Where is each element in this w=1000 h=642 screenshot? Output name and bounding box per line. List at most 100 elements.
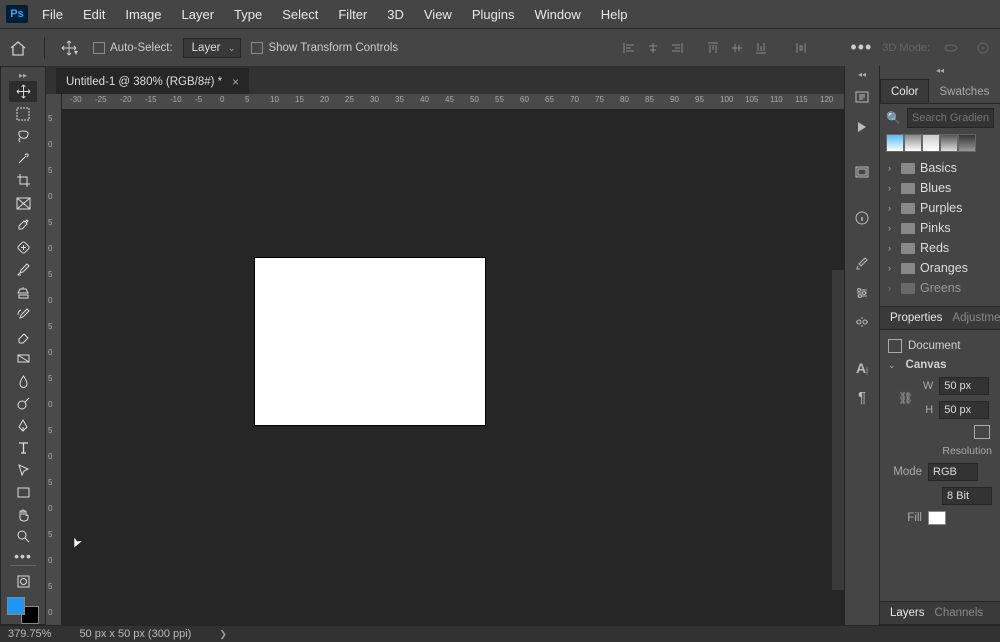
menu-window[interactable]: Window bbox=[524, 3, 590, 26]
folder-blues[interactable]: ›Blues bbox=[882, 178, 998, 198]
canvas-artboard[interactable] bbox=[255, 258, 485, 425]
canvas-height-input[interactable] bbox=[939, 401, 989, 419]
color-tab[interactable]: Color bbox=[880, 79, 929, 103]
move-tool[interactable] bbox=[9, 81, 37, 102]
libraries-panel-icon[interactable] bbox=[849, 114, 875, 138]
align-bottom-icon[interactable] bbox=[750, 37, 772, 59]
folder-greens[interactable]: ›Greens bbox=[882, 278, 998, 298]
clone-stamp-tool[interactable] bbox=[9, 281, 37, 302]
zoom-level[interactable]: 379.75% bbox=[8, 628, 51, 640]
eraser-tool[interactable] bbox=[9, 326, 37, 347]
more-options-icon[interactable]: ••• bbox=[850, 37, 872, 58]
history-brush-tool[interactable] bbox=[9, 304, 37, 325]
lasso-tool[interactable] bbox=[9, 126, 37, 147]
horizontal-ruler[interactable]: -30-25-20-15-10-505101520253035404550556… bbox=[62, 94, 844, 110]
collapse-tools-icon[interactable]: ▸▸ bbox=[1, 71, 45, 81]
bit-depth-dropdown[interactable] bbox=[942, 487, 992, 505]
folder-reds[interactable]: ›Reds bbox=[882, 238, 998, 258]
canvas-section-toggle[interactable]: ⌄ Canvas bbox=[888, 356, 992, 374]
canvas-viewport[interactable]: ➤ bbox=[62, 110, 844, 625]
align-vcenter-icon[interactable] bbox=[726, 37, 748, 59]
healing-brush-tool[interactable] bbox=[9, 237, 37, 258]
brush-tool[interactable] bbox=[9, 259, 37, 280]
channels-tab[interactable]: Channels bbox=[935, 607, 984, 619]
dodge-tool[interactable] bbox=[9, 393, 37, 414]
preset-swatch[interactable] bbox=[904, 134, 922, 152]
adjustments-tab[interactable]: Adjustments bbox=[952, 312, 1000, 324]
orientation-icon[interactable] bbox=[974, 425, 990, 439]
status-bar: 379.75% 50 px x 50 px (300 ppi) ❯ bbox=[0, 625, 1000, 642]
show-transform-checkbox[interactable]: Show Transform Controls bbox=[251, 42, 398, 54]
document-tab[interactable]: Untitled-1 @ 380% (RGB/8#) * × bbox=[56, 68, 249, 94]
collapse-right-icon[interactable]: ◂◂ bbox=[880, 66, 1000, 76]
align-right-icon[interactable] bbox=[666, 37, 688, 59]
link-dimensions-icon[interactable]: ⛓ bbox=[898, 391, 913, 405]
marquee-tool[interactable] bbox=[9, 103, 37, 124]
vertical-scrollbar[interactable] bbox=[832, 270, 844, 590]
preset-swatch[interactable] bbox=[940, 134, 958, 152]
color-mode-dropdown[interactable] bbox=[928, 463, 978, 481]
close-tab-icon[interactable]: × bbox=[232, 75, 239, 89]
blur-tool[interactable] bbox=[9, 370, 37, 391]
paragraph-panel-icon[interactable]: ¶ bbox=[849, 385, 875, 409]
gradient-tool[interactable] bbox=[9, 348, 37, 369]
preset-swatch[interactable] bbox=[922, 134, 940, 152]
menu-layer[interactable]: Layer bbox=[172, 3, 225, 26]
zoom-tool[interactable] bbox=[9, 526, 37, 547]
menu-image[interactable]: Image bbox=[115, 3, 171, 26]
path-selection-tool[interactable] bbox=[9, 459, 37, 480]
folder-oranges[interactable]: ›Oranges bbox=[882, 258, 998, 278]
brushes-panel-icon[interactable] bbox=[849, 252, 875, 276]
menu-edit[interactable]: Edit bbox=[73, 3, 115, 26]
character-panel-icon[interactable]: A| bbox=[849, 356, 875, 380]
menu-help[interactable]: Help bbox=[591, 3, 638, 26]
learn-panel-icon[interactable] bbox=[849, 85, 875, 109]
history-panel-icon[interactable] bbox=[849, 160, 875, 184]
align-top-icon[interactable] bbox=[702, 37, 724, 59]
expand-dock-icon[interactable]: ◂◂ bbox=[858, 70, 866, 80]
vertical-ruler[interactable]: 50505050505050505050 bbox=[46, 94, 62, 625]
menu-type[interactable]: Type bbox=[224, 3, 272, 26]
orbit-3d-icon[interactable] bbox=[940, 37, 962, 59]
canvas-width-input[interactable] bbox=[939, 377, 989, 395]
fill-color-swatch[interactable] bbox=[928, 511, 946, 525]
status-menu-icon[interactable]: ❯ bbox=[219, 629, 227, 640]
menu-file[interactable]: File bbox=[32, 3, 73, 26]
rectangle-tool[interactable] bbox=[9, 482, 37, 503]
swatches-tab[interactable]: Swatches bbox=[929, 80, 999, 103]
properties-tab[interactable]: Properties bbox=[890, 312, 942, 324]
quick-mask-icon[interactable] bbox=[9, 571, 37, 592]
preset-swatch[interactable] bbox=[886, 134, 904, 152]
info-panel-icon[interactable] bbox=[849, 206, 875, 230]
home-icon[interactable] bbox=[6, 36, 30, 60]
align-hcenter-icon[interactable] bbox=[642, 37, 664, 59]
foreground-color[interactable] bbox=[7, 597, 25, 615]
menu-view[interactable]: View bbox=[414, 3, 462, 26]
edit-toolbar-icon[interactable]: ••• bbox=[14, 548, 32, 562]
eyedropper-tool[interactable] bbox=[9, 215, 37, 236]
pen-tool[interactable] bbox=[9, 415, 37, 436]
preset-swatch[interactable] bbox=[958, 134, 976, 152]
align-left-icon[interactable] bbox=[618, 37, 640, 59]
color-swatches[interactable] bbox=[7, 597, 39, 624]
type-tool[interactable] bbox=[9, 437, 37, 458]
brush-settings-panel-icon[interactable] bbox=[849, 281, 875, 305]
auto-select-checkbox[interactable]: Auto-Select: bbox=[93, 42, 173, 54]
search-gradients-input[interactable] bbox=[907, 108, 994, 128]
menu-filter[interactable]: Filter bbox=[328, 3, 377, 26]
folder-purples[interactable]: ›Purples bbox=[882, 198, 998, 218]
pan-3d-icon[interactable] bbox=[972, 37, 994, 59]
distribute-icon[interactable] bbox=[790, 37, 812, 59]
menu-3d[interactable]: 3D bbox=[377, 3, 414, 26]
menu-select[interactable]: Select bbox=[272, 3, 328, 26]
layers-tab[interactable]: Layers bbox=[890, 607, 925, 619]
folder-basics[interactable]: ›Basics bbox=[882, 158, 998, 178]
frame-tool[interactable] bbox=[9, 192, 37, 213]
crop-tool[interactable] bbox=[9, 170, 37, 191]
hand-tool[interactable] bbox=[9, 504, 37, 525]
menu-plugins[interactable]: Plugins bbox=[462, 3, 525, 26]
folder-pinks[interactable]: ›Pinks bbox=[882, 218, 998, 238]
magic-wand-tool[interactable] bbox=[9, 148, 37, 169]
clone-source-panel-icon[interactable] bbox=[849, 310, 875, 334]
auto-select-target-dropdown[interactable]: Layer⌄ bbox=[183, 38, 242, 58]
